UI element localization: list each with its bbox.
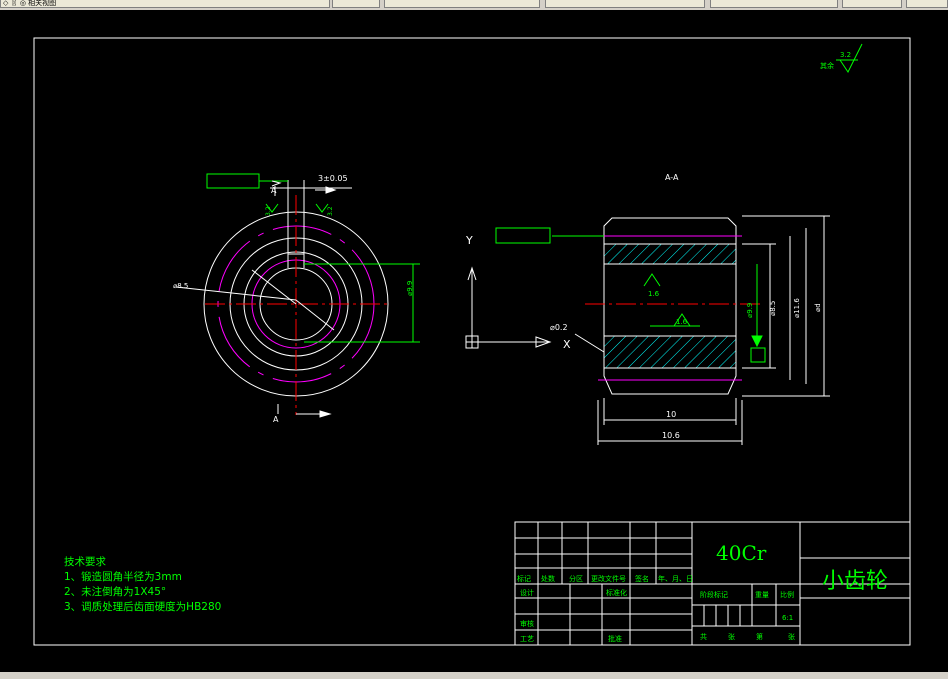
note-item: 1、锻造圆角半径为3mm [64, 571, 182, 583]
roughness-other-label: 其余 [820, 61, 834, 70]
dim-length-outer: 10.6 [662, 431, 680, 440]
dim-chamfer: ⌀0.2 [550, 323, 568, 332]
technical-notes: 技术要求 1、锻造圆角半径为3mm 2、未注倒角为1X45° 3、调质处理后齿面… [64, 555, 221, 615]
toolbar-segment[interactable] [384, 0, 540, 8]
label-sheet: 张 [788, 632, 795, 641]
label-review: 审核 [520, 619, 534, 628]
toolbar: ◇ 〿 ◎ 相关视图 [0, 0, 948, 10]
hatch-bottom [603, 335, 737, 369]
tolerance-frame-front [206, 173, 260, 189]
status-bar [0, 672, 948, 679]
ucs-icon [465, 266, 552, 349]
axis-y-label: Y [465, 234, 473, 247]
dim-diam-3: ⌀11.6 [793, 298, 801, 318]
header-change-doc: 更改文件号 [591, 574, 626, 583]
toolbar-segment[interactable]: ◇ 〿 ◎ 相关视图 [0, 0, 330, 8]
note-item: 2、未注倒角为1X45° [64, 586, 167, 598]
dim-keyway-depth: ⌀9.9 [406, 281, 414, 296]
roughness-1: 1.6 [648, 290, 660, 298]
material-label: 40Cr [716, 541, 767, 565]
label-sheets: 张 [728, 632, 735, 641]
dim-keyway-width: 3±0.05 [318, 174, 348, 183]
leader-diameter [175, 286, 297, 301]
label-stage-mark: 阶段标记 [700, 590, 728, 599]
dim-diam-4: ⌀d [814, 303, 822, 312]
header-mark: 标记 [517, 574, 531, 583]
section-view [495, 215, 830, 445]
front-view [175, 173, 420, 418]
toolbar-segment[interactable] [906, 0, 948, 8]
label-ratio: 比例 [780, 590, 794, 599]
scale-value: 6:1 [782, 614, 793, 622]
roughness-key-right: 3.2 [327, 206, 334, 216]
roughness-2: 1.6 [676, 318, 688, 326]
cut-label-bottom: A [273, 415, 279, 424]
label-standardize: 标准化 [606, 588, 627, 597]
header-sign: 签名 [635, 574, 649, 583]
header-zone: 分区 [569, 574, 583, 583]
cut-label-top: A [271, 186, 277, 195]
header-count: 处数 [541, 574, 555, 583]
dim-diam-2: ⌀8.5 [769, 301, 777, 316]
part-name: 小齿轮 [822, 569, 888, 594]
datum-box [750, 347, 766, 363]
tolerance-frame-section [495, 227, 551, 244]
note-item: 3、调质处理后齿面硬度为HB280 [64, 601, 222, 613]
notes-title: 技术要求 [64, 556, 106, 568]
dim-length-inner: 10 [666, 410, 676, 419]
axis-x-label: X [563, 338, 571, 351]
roughness-key-left: 3.2 [265, 206, 272, 216]
label-page: 第 [756, 632, 763, 641]
label-process: 工艺 [520, 635, 534, 643]
section-label: A-A [665, 173, 679, 182]
label-approve: 批准 [608, 634, 622, 643]
label-weight: 重量 [755, 591, 769, 599]
label-total: 共 [700, 632, 707, 641]
label-design: 设计 [520, 588, 534, 597]
dim-front-diameter: ⌀8.5 [173, 282, 188, 290]
toolbar-segment[interactable] [710, 0, 838, 8]
roughness-other-value: 3.2 [840, 51, 851, 59]
header-date: 年、月、日 [658, 574, 693, 583]
toolbar-segment[interactable] [545, 0, 705, 8]
toolbar-segment[interactable] [332, 0, 380, 8]
dim-diam-1: ⌀9.9 [746, 303, 754, 318]
hatch-top [603, 243, 737, 265]
toolbar-segment[interactable] [842, 0, 902, 8]
